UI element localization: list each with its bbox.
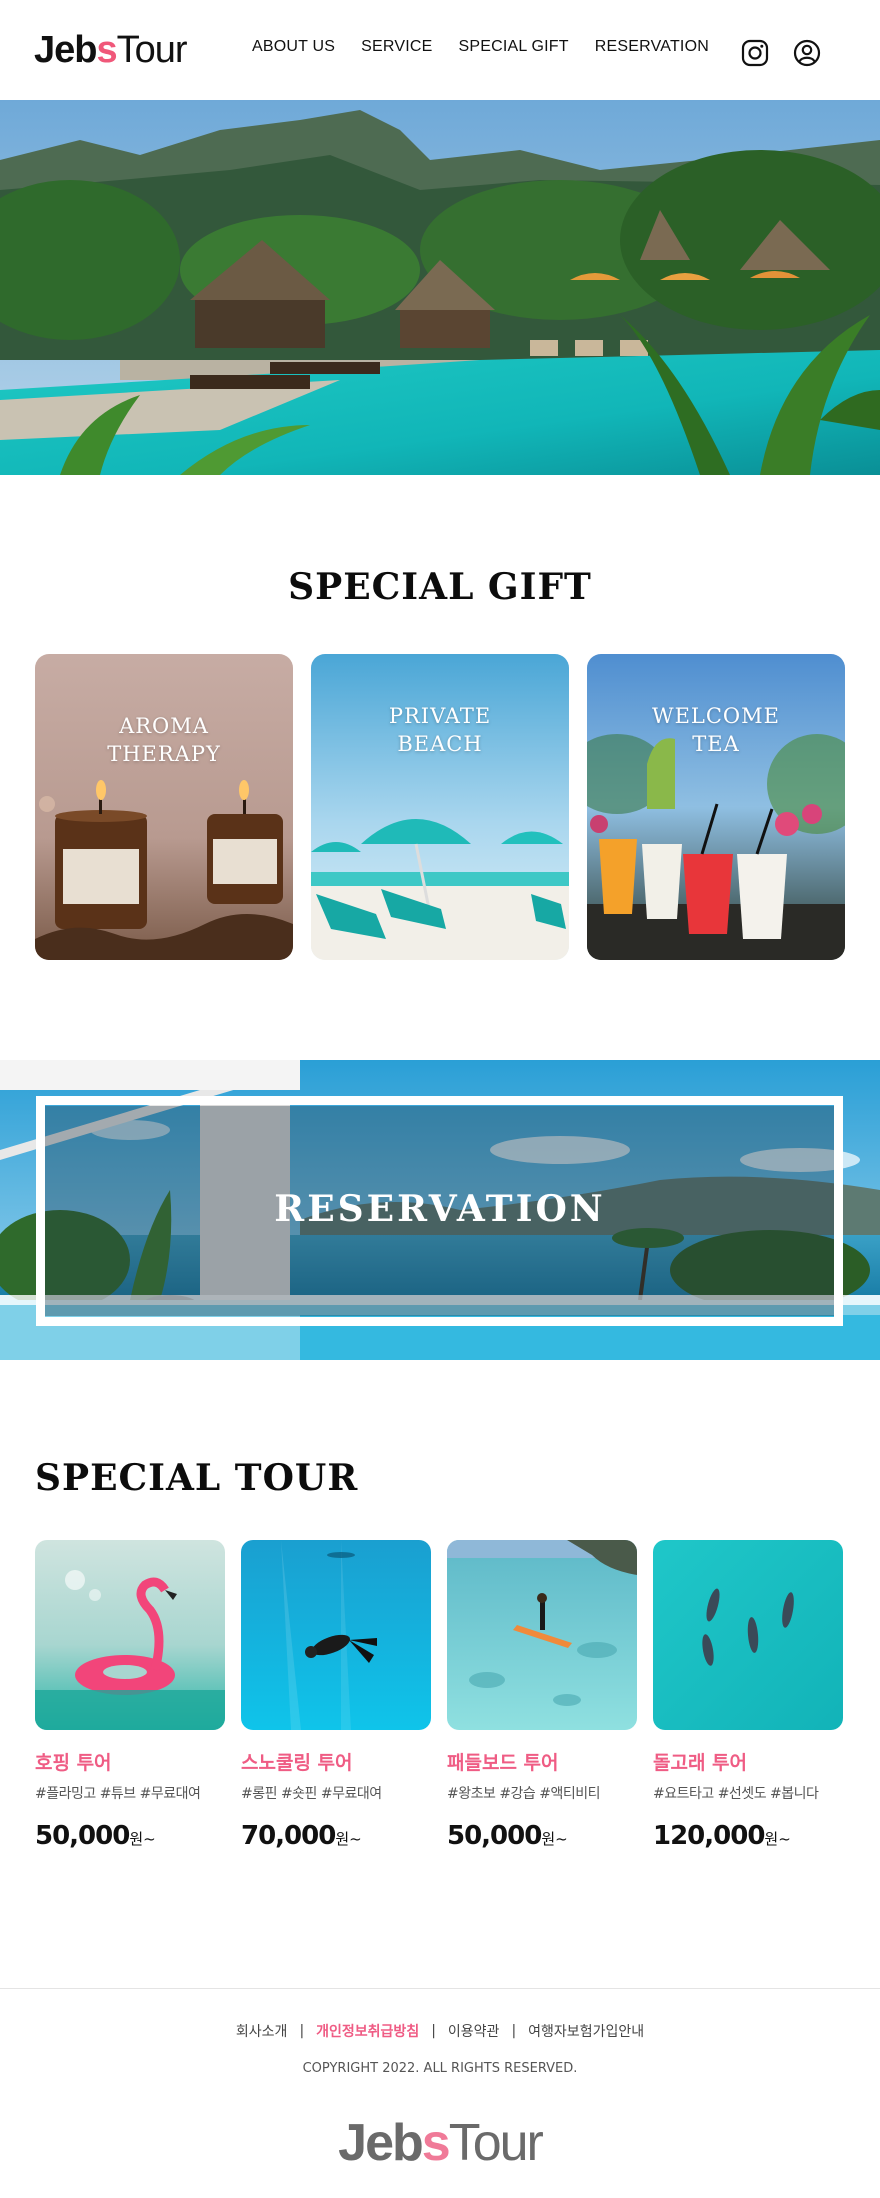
price-value: 120,000: [653, 1821, 765, 1851]
footer-link-terms[interactable]: 이용약관: [448, 2021, 500, 2041]
footer-logo-text-3: Tour: [448, 2114, 544, 2172]
reservation-banner[interactable]: RESERVATION: [0, 1060, 880, 1360]
tour-name-paddleboard: 패들보드 투어: [447, 1752, 559, 1774]
footer-logo-text-2: s: [421, 2114, 451, 2172]
tour-tags-hopping: #플라밍고 #튜브 #무료대여: [35, 1786, 201, 1802]
nav-special-gift[interactable]: SPECIAL GIFT: [458, 38, 568, 56]
logo-text-3: Tour: [116, 29, 188, 71]
gift-label-tea: WELCOME TEA: [652, 704, 780, 756]
logo-text-1: Jeb: [34, 29, 97, 71]
tour-price-snorkeling: 70,000원~: [241, 1821, 431, 1851]
tour-name-snorkeling: 스노쿨링 투어: [241, 1752, 353, 1774]
tour-image-dolphin: [653, 1540, 843, 1730]
tour-card-dolphin[interactable]: 돌고래 투어 #요트타고 #선셋도 #봅니다 120,000원~: [653, 1540, 843, 1851]
brand-logo[interactable]: JebsTour: [34, 28, 188, 72]
price-value: 50,000: [447, 1821, 542, 1851]
instagram-icon[interactable]: [740, 38, 770, 68]
tour-image-snorkeling: [241, 1540, 431, 1730]
paddleboard-image: [447, 1540, 637, 1730]
nav-reservation[interactable]: RESERVATION: [595, 38, 709, 56]
footer-logo[interactable]: JebsTour: [0, 2113, 880, 2173]
footer-logo-text-1: Jeb: [338, 2114, 424, 2172]
page: JebsTour ABOUT US SERVICE SPECIAL GIFT R…: [0, 0, 880, 2198]
tour-card-snorkeling[interactable]: 스노쿨링 투어 #롱핀 #숏핀 #무료대여 70,000원~: [241, 1540, 431, 1851]
resort-pool-image: [0, 100, 880, 475]
tour-tags-snorkeling: #롱핀 #숏핀 #무료대여: [241, 1786, 382, 1802]
flamingo-float-image: [35, 1540, 225, 1730]
footer-separator: |: [299, 2023, 305, 2039]
tour-name-dolphin: 돌고래 투어: [653, 1752, 748, 1774]
price-unit: 원~: [764, 1830, 791, 1848]
main-nav: ABOUT US SERVICE SPECIAL GIFT RESERVATIO…: [252, 38, 709, 56]
tour-card-paddleboard[interactable]: 패들보드 투어 #왕초보 #강습 #액티비티 50,000원~: [447, 1540, 637, 1851]
price-value: 50,000: [35, 1821, 130, 1851]
hero-banner: [0, 100, 880, 475]
footer-link-insurance[interactable]: 여행자보험가입안내: [528, 2021, 644, 2041]
price-value: 70,000: [241, 1821, 336, 1851]
special-tour-title: SPECIAL TOUR: [35, 1457, 359, 1499]
special-gift-title: SPECIAL GIFT: [288, 566, 592, 608]
tour-tags-paddleboard: #왕초보 #강습 #액티비티: [447, 1786, 601, 1802]
private-beach-image: [311, 654, 569, 960]
aroma-candle-image: [35, 654, 293, 960]
footer-separator: |: [511, 2023, 517, 2039]
gift-label-beach: PRIVATE BEACH: [388, 704, 492, 756]
price-unit: 원~: [335, 1830, 362, 1848]
footer-link-company[interactable]: 회사소개: [236, 2021, 288, 2041]
tour-card-hopping[interactable]: 호핑 투어 #플라밍고 #튜브 #무료대여 50,000원~: [35, 1540, 225, 1851]
tour-tags-dolphin: #요트타고 #선셋도 #봅니다: [653, 1786, 819, 1802]
tour-price-hopping: 50,000원~: [35, 1821, 225, 1851]
footer-separator: |: [431, 2023, 436, 2039]
nav-about-us[interactable]: ABOUT US: [252, 38, 335, 56]
footer-link-privacy[interactable]: 개인정보취급방침: [316, 2021, 419, 2041]
user-icon[interactable]: [792, 38, 822, 68]
nav-service[interactable]: SERVICE: [361, 38, 432, 56]
site-footer: 회사소개 | 개인정보취급방침 | 이용약관 | 여행자보험가입안내 COPYR…: [0, 1988, 880, 2198]
welcome-tea-image: [587, 654, 845, 960]
gift-card-aroma[interactable]: AROMA THERAPY: [35, 654, 293, 960]
snorkeling-diver-image: [241, 1540, 431, 1730]
tour-price-dolphin: 120,000원~: [653, 1821, 843, 1851]
gift-card-tea[interactable]: WELCOME TEA: [587, 654, 845, 960]
site-header: JebsTour ABOUT US SERVICE SPECIAL GIFT R…: [0, 0, 880, 100]
gift-card-beach[interactable]: PRIVATE BEACH: [311, 654, 569, 960]
price-unit: 원~: [129, 1830, 156, 1848]
logo-text-2: s: [96, 29, 117, 71]
gift-label-aroma: AROMA THERAPY: [107, 714, 221, 766]
footer-links: 회사소개 | 개인정보취급방침 | 이용약관 | 여행자보험가입안내: [0, 2021, 880, 2041]
dolphins-image: [653, 1540, 843, 1730]
tour-name-hopping: 호핑 투어: [35, 1752, 112, 1774]
price-unit: 원~: [541, 1830, 568, 1848]
tour-price-paddleboard: 50,000원~: [447, 1821, 637, 1851]
tour-image-paddleboard: [447, 1540, 637, 1730]
reservation-title: RESERVATION: [274, 1188, 606, 1230]
tour-image-hopping: [35, 1540, 225, 1730]
copyright-text: COPYRIGHT 2022. ALL RIGHTS RESERVED.: [302, 2061, 578, 2076]
